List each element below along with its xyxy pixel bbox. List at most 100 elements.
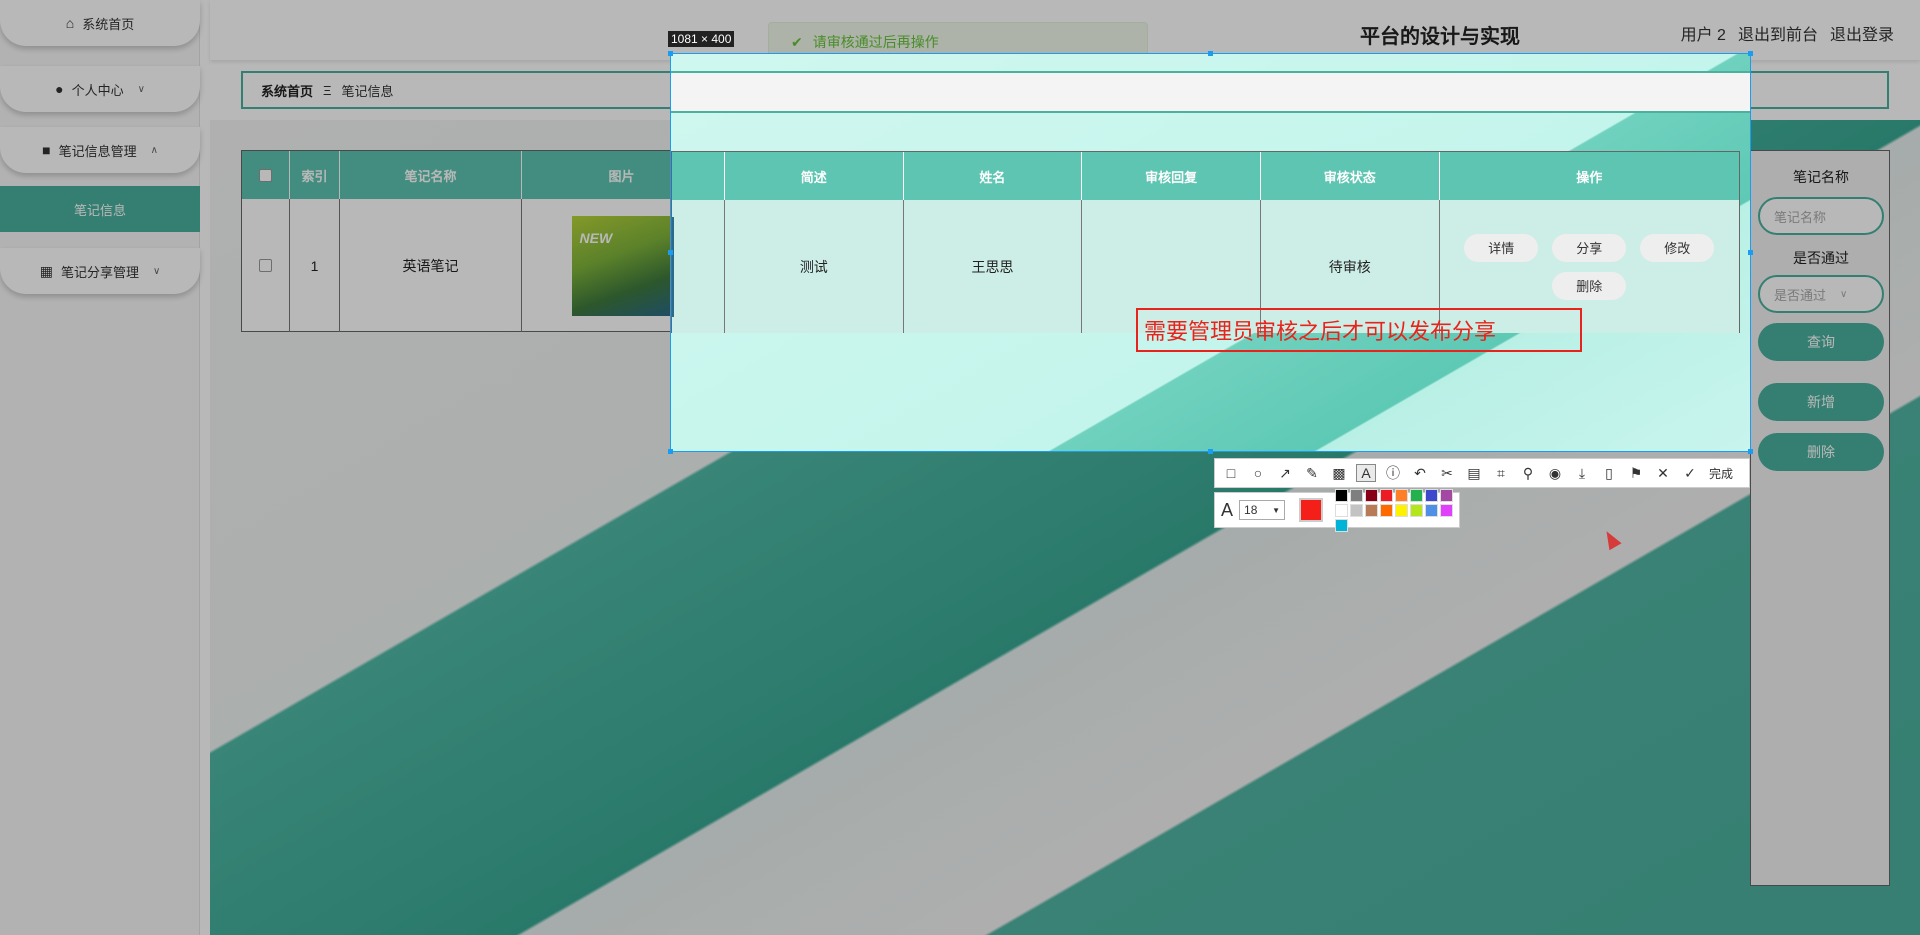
sidebar-item-share-manage[interactable]: ▦ 笔记分享管理 ∨ [0,248,200,294]
color-swatch[interactable] [1335,488,1349,502]
chevron-down-icon: ∨ [137,83,145,95]
breadcrumb-current: 笔记信息 [341,83,394,99]
add-button[interactable]: 新增 [1758,383,1884,421]
crop-icon[interactable]: ⌗ [1491,465,1511,482]
sidebar-subitem-notes[interactable]: 笔记信息 [0,186,200,232]
resize-handle[interactable] [1748,51,1753,56]
grid-icon: ▦ [39,262,53,279]
color-swatch[interactable] [1350,488,1364,502]
breadcrumb-separator: Ξ [323,82,332,98]
ellipse-tool-icon[interactable]: ○ [1248,465,1268,481]
resize-handle[interactable] [668,449,673,454]
font-size-value: 18 [1244,503,1258,517]
color-swatch[interactable] [1365,503,1379,517]
sidebar-item-notes-manage[interactable]: ■ 笔记信息管理 ∧ [0,127,200,173]
scissors-icon[interactable]: ✂ [1437,465,1457,482]
pass-select[interactable]: 是否通过 ∨ [1758,275,1884,313]
filter-panel: 笔记名称 笔记名称 是否通过 是否通过 ∨ 查询 新增 删除 [1750,150,1890,886]
sidebar-item-home[interactable]: ⌂ 系统首页 [0,0,200,46]
selection-table: 简述 姓名 审核回复 审核状态 操作 测试 王思思 待审核 详情 分享 修改 删… [671,151,1740,333]
row-select[interactable] [242,199,290,332]
resize-handle[interactable] [1748,250,1753,255]
color-palette [1335,488,1454,532]
phone-icon[interactable]: ▯ [1599,465,1619,482]
color-swatch[interactable] [1350,503,1364,517]
edit-button[interactable]: 修改 [1640,233,1715,262]
color-swatch[interactable] [1395,488,1409,502]
note-name-input[interactable]: 笔记名称 [1758,197,1884,235]
search-button[interactable]: 查询 [1758,323,1884,361]
user-icon: ● [55,81,64,97]
sidebar-item-label: 笔记分享管理 [60,264,139,280]
text-annotation[interactable]: 需要管理员审核之后才可以发布分享 [1136,308,1582,352]
header-cell: 审核回复 [1082,152,1261,200]
delete-row-button[interactable]: 删除 [1552,271,1627,300]
sidebar-item-label: 笔记信息管理 [58,143,137,159]
dropdown-arrow-icon: ▼ [1272,505,1281,515]
header-cell: 审核状态 [1261,152,1440,200]
color-swatch[interactable] [1395,503,1409,517]
resize-handle[interactable] [1208,51,1213,56]
chevron-down-icon: ∨ [152,265,161,277]
color-swatch[interactable] [1365,488,1379,502]
breadcrumb-home[interactable]: 系统首页 [261,81,313,100]
pass-select-placeholder: 是否通过 [1774,287,1827,303]
pen-tool-icon[interactable]: ✎ [1302,465,1322,482]
color-swatch[interactable] [1335,518,1349,532]
bookmark-icon[interactable]: ⚑ [1626,465,1646,482]
text-style-toolbar: A 18 ▼ [1214,488,1460,532]
download-icon[interactable]: ⤓ [1572,465,1592,482]
cell-summary: 测试 [725,200,904,333]
delete-button[interactable]: 删除 [1758,433,1884,471]
row-checkbox[interactable] [259,259,272,272]
color-swatch[interactable] [1335,503,1349,517]
toast-text: 请审核通过后再操作 [812,34,939,50]
chevron-down-icon: ∨ [1840,288,1848,300]
logout-link[interactable]: 退出登录 [1830,21,1894,45]
cell-name: 英语笔记 [340,199,522,332]
cell-index: 1 [290,199,340,332]
header-cell: 笔记名称 [340,151,522,199]
mosaic-tool-icon[interactable]: ▩ [1329,465,1349,482]
screenshot-selection[interactable]: 简述 姓名 审核回复 审核状态 操作 测试 王思思 待审核 详情 分享 修改 删… [670,53,1751,452]
note-thumbnail[interactable]: NEW [571,215,672,316]
briefcase-icon: ■ [42,142,51,158]
close-icon[interactable]: ✕ [1653,465,1673,482]
select-all-checkbox[interactable] [259,168,272,182]
sidebar: ⌂ 系统首页 ● 个人中心 ∨ ■ 笔记信息管理 ∧ 笔记信息 ▦ 笔记分享管理… [0,0,200,935]
color-swatch[interactable] [1440,488,1454,502]
ocr-icon[interactable]: ▤ [1464,465,1484,482]
arrow-tool-icon[interactable]: ↗ [1275,465,1295,482]
sidebar-item-personal[interactable]: ● 个人中心 ∨ [0,66,200,112]
resize-handle[interactable] [1748,449,1753,454]
chevron-up-icon: ∧ [150,144,158,156]
selection-content: 简述 姓名 审核回复 审核状态 操作 测试 王思思 待审核 详情 分享 修改 删… [671,54,1750,451]
font-size-select[interactable]: 18 ▼ [1239,500,1286,520]
detail-button[interactable]: 详情 [1464,233,1539,262]
resize-handle[interactable] [1208,449,1213,454]
back-to-front-link[interactable]: 退出到前台 [1738,21,1818,45]
record-icon[interactable]: ◉ [1545,465,1565,482]
check-circle-icon: ✔ [791,33,803,50]
pin-icon[interactable]: ⚲ [1518,465,1538,482]
resize-handle[interactable] [668,250,673,255]
share-button[interactable]: 分享 [1552,233,1627,262]
done-button[interactable]: 完成 [1709,465,1733,482]
color-swatch[interactable] [1380,488,1394,502]
header-cell: 索引 [290,151,340,199]
color-swatch[interactable] [1410,503,1424,517]
color-swatch[interactable] [1410,488,1424,502]
check-icon[interactable]: ✓ [1680,465,1700,482]
number-tool-icon[interactable]: ⓘ [1383,463,1403,483]
color-swatch[interactable] [1440,503,1454,517]
text-tool-icon[interactable]: A [1356,464,1376,482]
resize-handle[interactable] [668,51,673,56]
undo-icon[interactable]: ↶ [1410,465,1430,482]
thumbnail-text: NEW [579,229,613,246]
color-swatch[interactable] [1425,488,1439,502]
color-swatch[interactable] [1425,503,1439,517]
header-select-all[interactable] [242,151,290,199]
rectangle-tool-icon[interactable]: □ [1221,465,1241,481]
current-color-swatch[interactable] [1299,498,1324,522]
color-swatch[interactable] [1380,503,1394,517]
